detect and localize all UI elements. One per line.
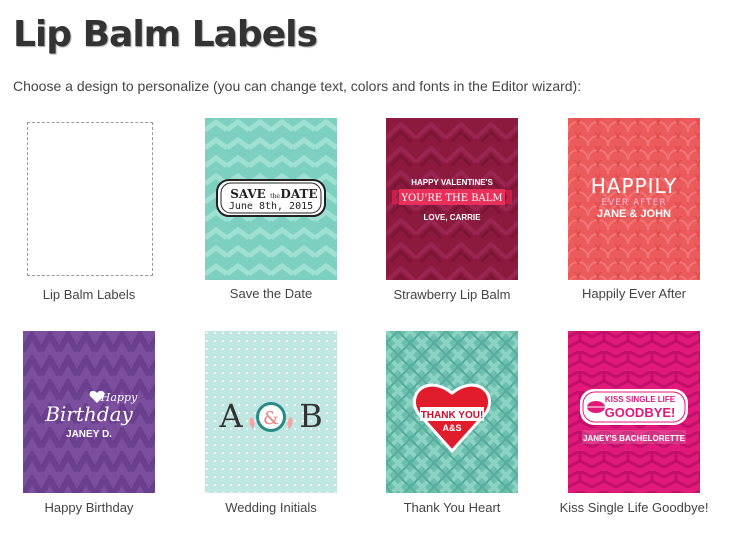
design-thumb-birthday[interactable]: Happy Birthday JANEY D.	[23, 331, 155, 493]
label-line-2: YOU'RE THE BALM	[400, 193, 502, 204]
design-thumb-happily[interactable]: HAPPILY EVER AFTER JANE & JOHN	[568, 118, 700, 280]
design-thumb-kiss-goodbye[interactable]: KISS SINGLE LIFE GOODBYE! JANEY'S BACHEL…	[568, 331, 700, 493]
design-thumb-blank[interactable]	[27, 122, 153, 276]
label-line-3: LOVE, CARRIE	[424, 213, 482, 222]
intro-text: Choose a design to personalize (you can …	[13, 78, 582, 94]
page-title: Lip Balm Labels	[13, 14, 318, 55]
label-line-1: HAPPY VALENTINE'S	[411, 178, 493, 187]
design-caption[interactable]: Kiss Single Life Goodbye!	[549, 500, 719, 515]
label-line-3: JANEY'S BACHELORETTE	[583, 434, 686, 443]
design-thumb-save-the-date[interactable]: SAVE the DATE June 8th, 2015	[205, 118, 337, 280]
label-line-2: A&S	[442, 423, 461, 433]
label-the: the	[270, 193, 280, 200]
design-caption[interactable]: Save the Date	[186, 286, 356, 301]
label-line-3: JANE & JOHN	[597, 208, 671, 220]
design-caption[interactable]: Lip Balm Labels	[4, 287, 174, 302]
label-line-2: GOODBYE!	[605, 405, 676, 420]
label-line-1: HAPPILY	[591, 174, 677, 198]
label-initial-b: B	[299, 397, 323, 435]
label-line-2: Birthday	[44, 402, 133, 426]
label-line-2: EVER AFTER	[601, 198, 666, 208]
design-thumb-thank-you-heart[interactable]: THANK YOU! A&S	[386, 331, 518, 493]
label-line-1: THANK YOU!	[421, 410, 484, 421]
label-line-1: KISS SINGLE LIFE	[605, 395, 676, 404]
label-date: June 8th, 2015	[229, 201, 313, 212]
label-line-3: JANEY D.	[66, 429, 112, 440]
design-caption[interactable]: Strawberry Lip Balm	[367, 287, 537, 302]
label-ampersand: &	[263, 408, 279, 429]
design-caption[interactable]: Wedding Initials	[186, 500, 356, 515]
label-line-2: DATE	[280, 187, 317, 201]
design-thumb-wedding-initials[interactable]: A & B	[205, 331, 337, 493]
design-caption[interactable]: Happily Ever After	[549, 286, 719, 301]
label-initial-a: A	[218, 397, 243, 435]
design-caption[interactable]: Thank You Heart	[367, 500, 537, 515]
design-thumb-strawberry[interactable]: HAPPY VALENTINE'S YOU'RE THE BALM LOVE, …	[386, 118, 518, 280]
label-line-1: SAVE	[230, 187, 266, 201]
design-caption[interactable]: Happy Birthday	[4, 500, 174, 515]
